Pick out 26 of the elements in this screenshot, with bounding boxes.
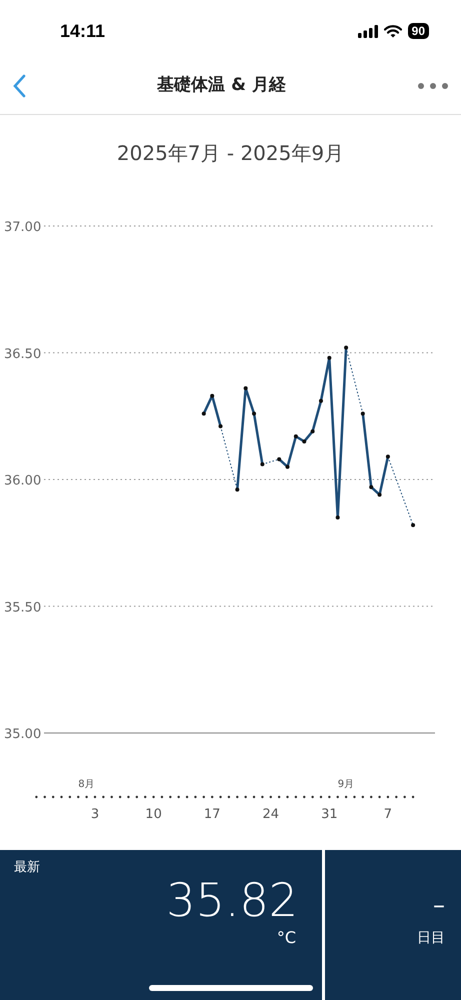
page-title: 基礎体温 & 月経 — [157, 74, 286, 98]
cycle-day: – — [433, 890, 445, 920]
x-axis-label: 7 — [384, 807, 392, 822]
x-axis-label: 24 — [262, 807, 280, 822]
month-label: 8月 — [78, 779, 95, 790]
y-axis-label: 35.50 — [4, 600, 42, 616]
signal-icon — [358, 24, 378, 38]
y-axis-label: 36.50 — [4, 346, 42, 362]
status-time: 14:11 — [60, 20, 106, 42]
x-axis-label: 10 — [145, 807, 162, 822]
y-axis-label: 36.00 — [4, 474, 42, 488]
x-axis-label: 3 — [90, 807, 100, 822]
latest-temperature: 35.82 — [166, 874, 298, 926]
x-axis-label: 17 — [204, 807, 220, 822]
temperature-unit: °C — [276, 926, 297, 948]
back-icon[interactable] — [12, 74, 26, 98]
wifi-icon — [384, 24, 402, 38]
latest-label: 最新 — [14, 859, 41, 877]
month-label: 9月 — [338, 779, 354, 790]
more-icon[interactable] — [416, 82, 449, 90]
cycle-unit: 日目 — [417, 929, 445, 948]
date-range: 2025年7月 - 2025年9月 — [116, 140, 344, 166]
x-axis-label: 31 — [321, 807, 338, 822]
y-axis-label: 35.00 — [4, 727, 42, 742]
battery-indicator: 90 — [408, 23, 429, 39]
y-axis-label: 37.00 — [4, 220, 42, 235]
